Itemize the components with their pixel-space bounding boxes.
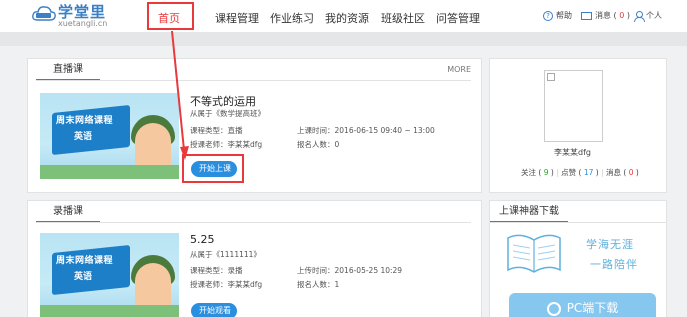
pc-download-label: PC端下载 bbox=[566, 301, 619, 315]
recorded-course-thumbnail[interactable]: 周末网络课程 英语 bbox=[40, 233, 179, 317]
download-cloud-icon bbox=[546, 301, 561, 316]
profile-stats: 关注 ( 9 ) | 点赞 ( 17 ) | 消息 ( 0 ) bbox=[521, 168, 639, 177]
follow-label[interactable]: 关注 bbox=[521, 168, 536, 177]
recorded-course-type: 课程类型：录播 bbox=[190, 266, 243, 275]
recorded-course-upload-time: 上传时间：2016-05-25 10:29 bbox=[297, 266, 403, 275]
download-tab: 上课神器下载 bbox=[490, 203, 568, 223]
thumbnail-subject: 英语 bbox=[74, 272, 93, 282]
panel-divider bbox=[36, 222, 471, 223]
recorded-course-enrolled: 报名人数：1 bbox=[297, 280, 340, 289]
open-book-icon bbox=[507, 234, 561, 273]
msg-label[interactable]: 消息 bbox=[606, 168, 621, 177]
recorded-course-from: 从属于《1111111》 bbox=[190, 250, 261, 259]
slogan-line-1: 学海无涯 bbox=[586, 238, 634, 251]
recorded-course-teacher: 授课老师：李某某dfg bbox=[190, 280, 263, 289]
slogan-line-2: 一路陪伴 bbox=[590, 258, 638, 271]
pc-download-button[interactable]: PC端下载 bbox=[509, 293, 656, 317]
recorded-course-title[interactable]: 5.25 bbox=[190, 233, 215, 246]
avatar[interactable] bbox=[544, 70, 603, 142]
recorded-course-tab[interactable]: 录播课 bbox=[36, 203, 100, 223]
panel-divider bbox=[490, 222, 666, 223]
broken-image-icon bbox=[547, 73, 555, 81]
profile-name[interactable]: 李某某dfg bbox=[554, 147, 591, 158]
start-watch-button[interactable]: 开始观看 bbox=[191, 303, 237, 317]
thumbnail-title: 周末网络课程 bbox=[56, 256, 114, 266]
likes-count: 17 bbox=[583, 168, 594, 177]
likes-label[interactable]: 点赞 bbox=[561, 168, 576, 177]
